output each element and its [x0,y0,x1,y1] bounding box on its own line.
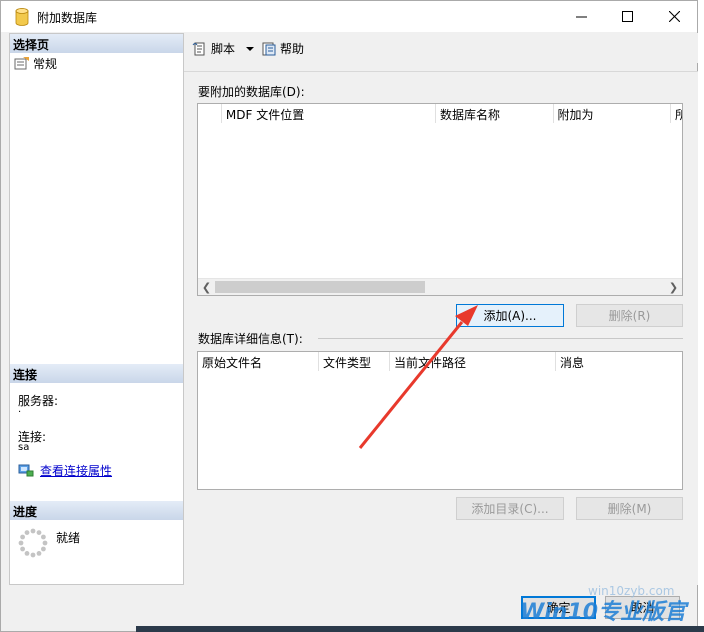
connection-value: sa [18,442,30,453]
help-button[interactable]: 帮助 [261,40,304,57]
column-header-original-file-name[interactable]: 原始文件名 [198,352,319,371]
add-catalog-button[interactable]: 添加目录(C)... [456,497,564,520]
column-header-owner[interactable]: 所 [671,104,682,123]
progress-header: 进度 [10,501,183,520]
column-header-attach-as[interactable]: 附加为 [554,104,672,123]
maximize-button[interactable] [604,1,650,32]
database-details-grid[interactable]: 原始文件名 文件类型 当前文件路径 消息 [197,351,683,490]
select-page-header: 选择页 [10,34,183,53]
progress-status: 就绪 [56,531,81,545]
left-pane: 选择页 常规 连接 服务器: . 连接: sa 查看连接属性 进度 就绪 [9,33,184,585]
toolbar: 脚本 帮助 [184,33,698,63]
column-header-message[interactable]: 消息 [556,352,682,371]
attach-databases-label: 要附加的数据库(D): [198,83,305,100]
close-icon [668,11,680,22]
add-database-button[interactable]: 添加(A)... [456,304,564,327]
page-item-label: 常规 [33,56,58,71]
remove-database-button[interactable]: 删除(R) [576,304,683,327]
scroll-right-icon[interactable]: ❯ [665,279,682,295]
close-button[interactable] [651,1,697,32]
minimize-icon [575,16,587,18]
details-grid-header: 原始文件名 文件类型 当前文件路径 消息 [198,352,682,371]
column-header-select [198,104,222,123]
attach-grid-header: MDF 文件位置 数据库名称 附加为 所 [198,104,682,123]
details-divider [318,338,683,339]
script-button[interactable]: 脚本 [192,40,256,57]
maximize-icon [621,11,633,22]
server-label: 服务器: [18,394,59,408]
attach-database-dialog: 附加数据库 选择页 常规 连接 服务器: . 连接: sa 查看连接属性 进度 … [0,0,698,632]
attach-grid-scrollbar[interactable]: ❮ ❯ [198,278,682,295]
help-label: 帮助 [280,42,305,56]
view-connection-properties-link[interactable]: 查看连接属性 [40,462,112,479]
column-header-mdf-location[interactable]: MDF 文件位置 [222,104,437,123]
watermark-logo: Win10专业版官网 [520,600,687,625]
script-label: 脚本 [211,42,236,56]
scrollbar-thumb[interactable] [215,281,425,293]
progress-spinner-icon [18,528,48,558]
server-value: . [18,404,22,415]
database-icon [15,8,29,26]
content-area: 要附加的数据库(D): MDF 文件位置 数据库名称 附加为 所 ❮ ❯ 添加(… [184,71,698,585]
title-bar: 附加数据库 [1,1,697,32]
remove-detail-button[interactable]: 删除(M) [576,497,683,520]
chevron-down-icon[interactable] [244,44,256,54]
column-header-file-type[interactable]: 文件类型 [319,352,390,371]
database-details-label: 数据库详细信息(T): [198,330,303,347]
scroll-left-icon[interactable]: ❮ [198,279,215,295]
help-icon [262,42,276,55]
minimize-button[interactable] [558,1,604,32]
connection-header: 连接 [10,364,183,383]
connection-properties-icon [18,464,34,477]
column-header-database-name[interactable]: 数据库名称 [436,104,554,123]
page-item-general[interactable]: 常规 [14,54,57,72]
script-icon [192,42,205,55]
window-title: 附加数据库 [37,11,98,25]
general-page-icon [14,57,29,70]
column-header-current-file-path[interactable]: 当前文件路径 [390,352,556,371]
attach-databases-grid[interactable]: MDF 文件位置 数据库名称 附加为 所 ❮ ❯ [197,103,683,296]
